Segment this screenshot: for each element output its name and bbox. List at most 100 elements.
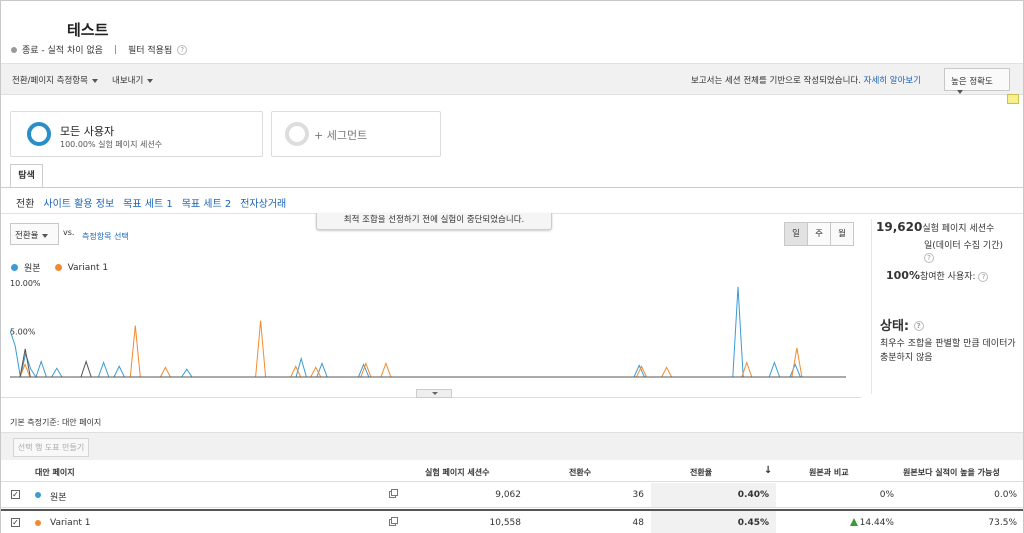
period-month-button[interactable]: 월 bbox=[830, 222, 854, 246]
status-description: 최우수 조합을 판별할 만큼 데이터가 충분하지 않음 bbox=[880, 339, 1016, 363]
subtab-site-usage[interactable]: 사이트 활용 정보 bbox=[43, 195, 114, 210]
page-title: 테스트 bbox=[67, 21, 109, 39]
learn-more-link[interactable]: 자세히 알아보기 bbox=[864, 76, 921, 86]
help-icon[interactable]: ? bbox=[978, 272, 989, 282]
vs-label: vs. bbox=[63, 228, 75, 237]
column-header[interactable]: 전환수 bbox=[569, 467, 591, 478]
column-header[interactable]: 원본과 비교 bbox=[809, 467, 849, 478]
collapse-chart-handle[interactable] bbox=[416, 389, 452, 398]
metric-select[interactable]: 전환율 bbox=[10, 223, 59, 245]
row-checkbox[interactable]: ✓ bbox=[11, 518, 20, 527]
row-name: 원본 bbox=[50, 493, 67, 503]
up-arrow-icon bbox=[849, 518, 858, 526]
legend-item-original[interactable]: 원본 bbox=[11, 261, 41, 274]
conversions-cell: 48 bbox=[632, 518, 644, 528]
conversions-cell: 36 bbox=[632, 490, 644, 500]
segment-subtitle: 100.00% 실험 페이지 세션수 bbox=[60, 140, 163, 149]
add-segment-label: + 세그먼트 bbox=[314, 129, 368, 142]
engage-label: 참여한 사용자: bbox=[919, 272, 976, 282]
export-menu[interactable]: 내보내기 bbox=[112, 74, 154, 86]
tab-explore[interactable]: 탐색 bbox=[10, 164, 43, 188]
help-icon[interactable]: ? bbox=[924, 253, 934, 263]
series-dot-icon bbox=[35, 520, 41, 526]
segment-ring-icon bbox=[27, 122, 51, 146]
legend-label: Variant 1 bbox=[67, 262, 109, 273]
chevron-down-icon bbox=[91, 78, 98, 83]
status-dot-icon bbox=[11, 46, 17, 53]
empty-ring-icon bbox=[285, 122, 309, 146]
sessions-summary: 19,620실험 페이지 세션수 일(데이터 수집 기간) ? bbox=[876, 219, 1018, 263]
open-page-icon[interactable] bbox=[389, 517, 398, 526]
engagement-summary: 100%참여한 사용자: ? bbox=[886, 269, 989, 282]
column-header[interactable]: 원본보다 실적이 높을 가능성 bbox=[903, 467, 1000, 478]
status-text: 종료 - 실적 차이 없음 bbox=[22, 46, 103, 56]
choose-metric-link[interactable]: 측정항목 선택 bbox=[82, 231, 129, 242]
subtab-goal-set-2[interactable]: 목표 세트 2 bbox=[182, 195, 232, 210]
table-row: ✓ 원본 9,062 36 0.40% 0% 0.0% bbox=[1, 483, 1023, 508]
plot-rows-button[interactable]: 선택 행 도표 만들기 bbox=[13, 438, 89, 457]
column-header[interactable]: 대안 페이지 bbox=[35, 467, 75, 478]
column-header[interactable]: 전환율 bbox=[690, 467, 712, 478]
table-row: ✓ Variant 1 10,558 48 0.45% 14.44% 73.5% bbox=[1, 509, 1023, 533]
conversion-metrics-label: 전환/페이지 측정항목 bbox=[12, 76, 88, 86]
legend-item-variant[interactable]: Variant 1 bbox=[54, 262, 109, 273]
compare-cell: 0% bbox=[879, 490, 894, 500]
legend-label: 원본 bbox=[24, 264, 41, 274]
table-header: 대안 페이지 실험 페이지 세션수 전환수 전환율 ↓ 원본과 비교 원본보다 … bbox=[1, 460, 1023, 482]
sessions-cell: 10,558 bbox=[489, 518, 522, 528]
add-segment-button[interactable]: + 세그먼트 bbox=[271, 111, 441, 157]
y-tick-label: 5.00% bbox=[10, 328, 36, 337]
chevron-down-icon bbox=[957, 89, 963, 94]
help-icon[interactable]: ? bbox=[177, 44, 188, 55]
report-toolbar: 전환/페이지 측정항목 내보내기 보고서는 세션 전체를 기반으로 작성되었습니… bbox=[1, 63, 1023, 95]
export-label: 내보내기 bbox=[112, 76, 144, 86]
rate-cell: 0.45% bbox=[737, 518, 769, 528]
table-toolbar: 선택 행 도표 만들기 bbox=[1, 432, 1023, 460]
legend-dot-icon bbox=[54, 264, 62, 271]
probability-cell: 73.5% bbox=[988, 518, 1017, 528]
sessions-value: 19,620 bbox=[876, 220, 923, 234]
row-checkbox[interactable]: ✓ bbox=[11, 490, 20, 499]
chevron-down-icon bbox=[147, 78, 154, 83]
status-title: 상태: ? bbox=[880, 315, 924, 334]
compare-cell: 14.44% bbox=[849, 518, 894, 528]
conversion-metrics-menu[interactable]: 전환/페이지 측정항목 bbox=[12, 74, 98, 86]
chevron-down-icon bbox=[42, 233, 49, 238]
experiment-stopped-banner: 최적 조합을 선정하기 전에 실험이 중단되었습니다. bbox=[316, 213, 552, 230]
open-page-icon[interactable] bbox=[389, 489, 398, 498]
sessions-cell: 9,062 bbox=[495, 490, 521, 500]
row-name: Variant 1 bbox=[50, 518, 91, 528]
engage-value: 100% bbox=[886, 269, 920, 282]
conversion-rate-chart: 10.00% 5.00% bbox=[10, 279, 846, 379]
report-note: 보고서는 세션 전체를 기반으로 작성되었습니다. 자세히 알아보기 bbox=[691, 74, 921, 86]
panel-divider bbox=[871, 219, 872, 394]
accuracy-label: 높은 정확도 bbox=[951, 77, 993, 87]
sessions-label: 실험 페이지 세션수 bbox=[922, 224, 995, 234]
help-icon[interactable]: ? bbox=[913, 321, 924, 331]
metric-label: 전환율 bbox=[15, 231, 39, 241]
column-header[interactable]: 실험 페이지 세션수 bbox=[425, 467, 489, 478]
subtab-ecommerce[interactable]: 전자상거래 bbox=[240, 195, 286, 210]
subtab-goal-set-1[interactable]: 목표 세트 1 bbox=[123, 195, 173, 210]
divider: | bbox=[113, 44, 117, 55]
y-tick-label: 10.00% bbox=[10, 279, 41, 288]
series-line-2 bbox=[10, 348, 842, 378]
period-day-button[interactable]: 일 bbox=[784, 222, 808, 246]
series-dot-icon bbox=[35, 492, 41, 498]
base-dimension-label: 기본 측정기준: 대안 페이지 bbox=[10, 418, 102, 427]
segment-title: 모든 사용자 bbox=[60, 125, 115, 138]
annotation-note-icon[interactable] bbox=[1007, 94, 1019, 104]
period-week-button[interactable]: 주 bbox=[807, 222, 831, 246]
series-line-1 bbox=[10, 320, 842, 378]
compare-value: 14.44% bbox=[859, 518, 894, 528]
status-title-text: 상태: bbox=[880, 319, 910, 334]
probability-cell: 0.0% bbox=[994, 490, 1017, 500]
sort-down-icon[interactable]: ↓ bbox=[764, 465, 772, 476]
status-row: 종료 - 실적 차이 없음 | 필터 적용됨 ? bbox=[11, 43, 188, 56]
segment-all-users[interactable]: 모든 사용자 100.00% 실험 페이지 세션수 bbox=[10, 111, 263, 157]
accuracy-select[interactable]: 높은 정확도 bbox=[944, 68, 1010, 94]
sessions-sub: 일(데이터 수집 기간) bbox=[924, 241, 1003, 251]
subtab-conversion[interactable]: 전환 bbox=[16, 195, 34, 210]
tab-divider bbox=[1, 187, 1023, 188]
filter-text: 필터 적용됨 bbox=[127, 46, 173, 56]
